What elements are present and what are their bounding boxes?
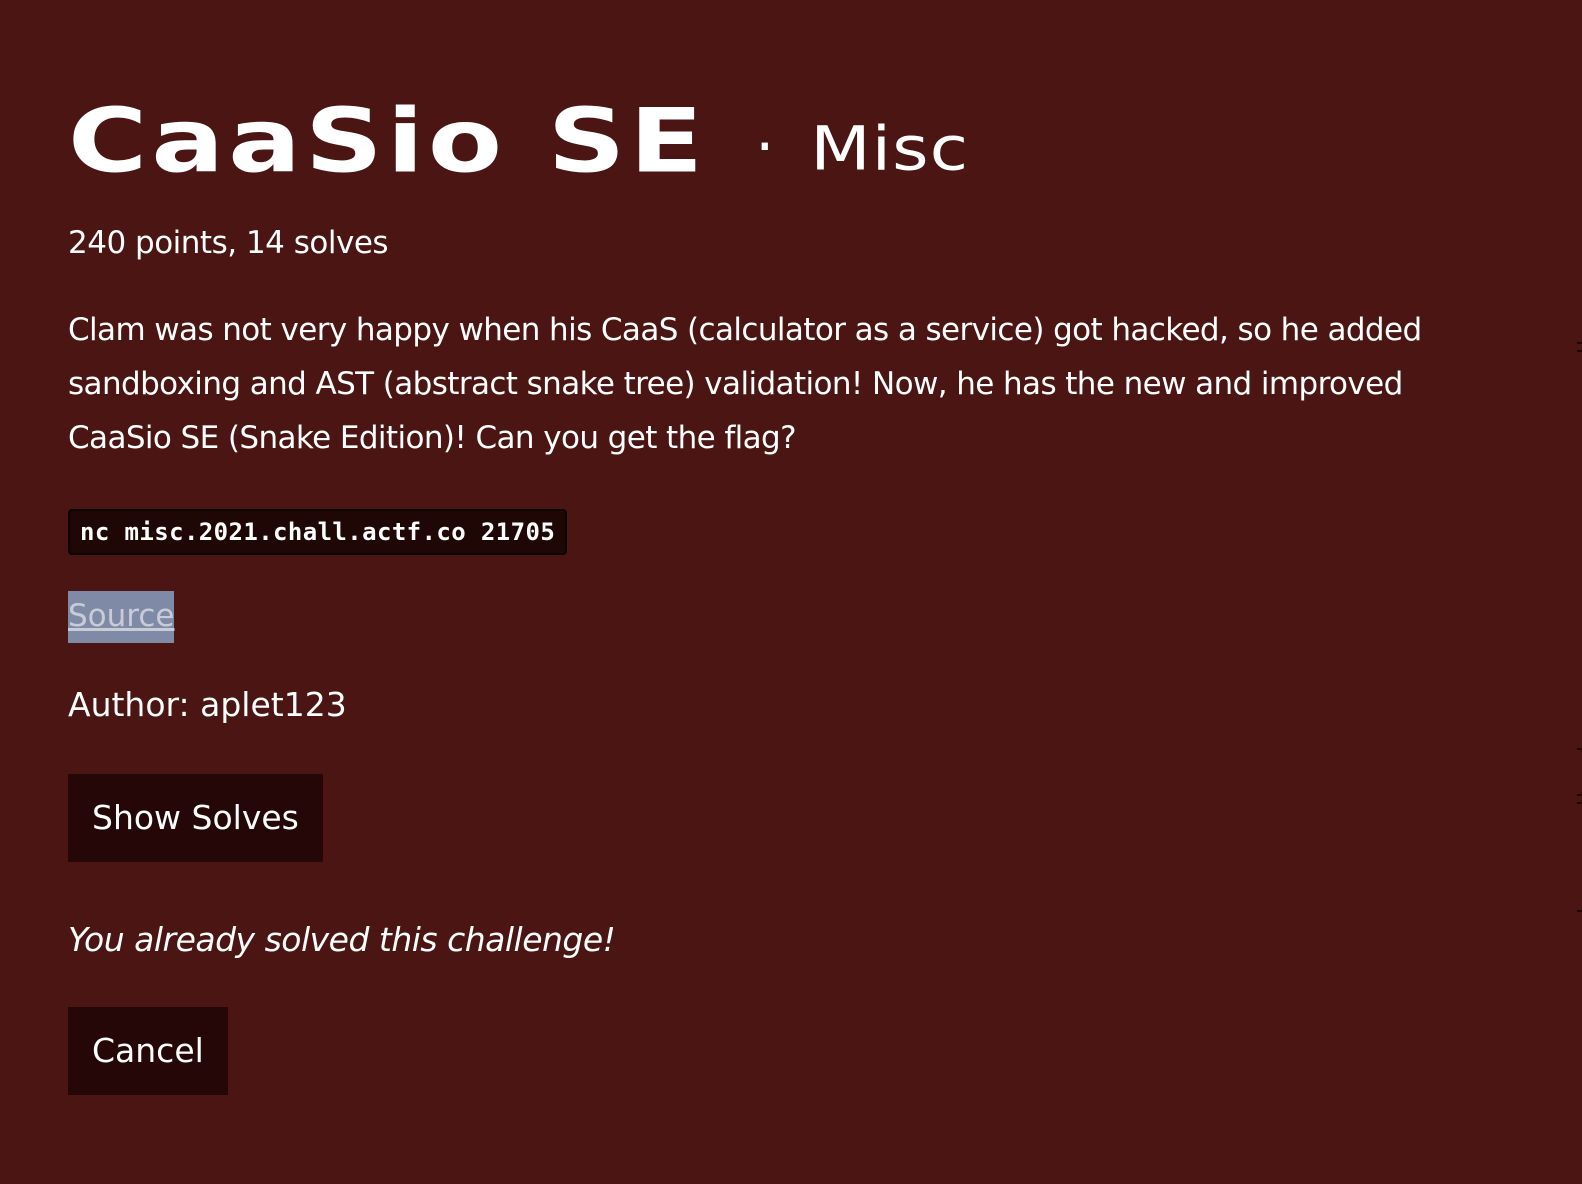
title-separator: ·	[755, 112, 775, 182]
source-link[interactable]: Source	[68, 590, 175, 643]
cancel-button[interactable]: Cancel	[68, 1006, 228, 1095]
edge-mark	[1577, 748, 1582, 750]
challenge-author: Author: aplet123	[68, 684, 347, 724]
challenge-modal: CaaSio SE · Misc 240 points, 14 solves C…	[68, 72, 1528, 1095]
edge-mark	[1577, 802, 1582, 804]
connection-command[interactable]: nc misc.2021.chall.actf.co 21705	[68, 508, 568, 555]
challenge-category: Misc	[810, 113, 970, 184]
challenge-stats: 240 points, 14 solves	[68, 224, 389, 261]
edge-mark	[1577, 794, 1582, 796]
challenge-description: Clam was not very happy when his CaaS (c…	[68, 311, 1422, 456]
scroll-edge-marks	[1576, 330, 1582, 950]
edge-mark	[1577, 910, 1582, 912]
show-solves-button[interactable]: Show Solves	[68, 773, 323, 862]
challenge-title: CaaSio SE	[68, 90, 708, 193]
title-row: CaaSio SE · Misc	[68, 72, 1528, 191]
edge-mark	[1577, 350, 1582, 352]
edge-mark	[1577, 342, 1582, 344]
solved-message: You already solved this challenge!	[68, 919, 616, 959]
